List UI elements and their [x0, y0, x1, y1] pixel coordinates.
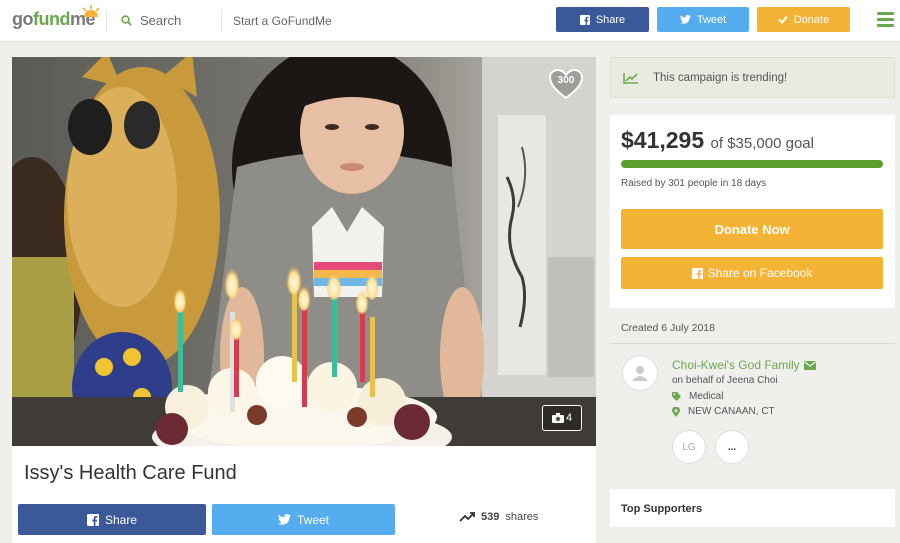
section-divider [610, 343, 895, 344]
gofundme-logo[interactable]: gofundme [12, 5, 100, 30]
heart-button[interactable]: 300 [548, 68, 584, 100]
category-line[interactable]: Medical [672, 391, 723, 402]
location-pin-icon [672, 406, 680, 417]
search-icon [121, 15, 132, 26]
start-a-gofundme-link[interactable]: Start a GoFundMe [233, 14, 332, 28]
header-donate-label: Donate [793, 13, 830, 26]
share-bar: Share Tweet 539 shares [12, 496, 596, 543]
search-label: Search [140, 13, 182, 28]
facebook-share-label: Share [104, 512, 138, 527]
twitter-icon [679, 15, 691, 24]
tweet-label: Tweet [296, 512, 329, 527]
campaign-title-card: Issy's Health Care Fund [12, 446, 596, 496]
campaign-title: Issy's Health Care Fund [24, 462, 237, 484]
trending-icon [459, 512, 475, 522]
shares-suffix: shares [505, 511, 539, 523]
on-behalf-of-text: on behalf of Jeena Choi [672, 375, 778, 386]
trending-chart-icon [623, 72, 638, 84]
facebook-icon [86, 513, 99, 526]
header-share-button[interactable]: Share [556, 7, 649, 32]
top-supporters-heading: Top Supporters [610, 489, 895, 527]
raised-summary: $41,295 of $35,000 goal [621, 127, 814, 154]
progress-fill [621, 160, 883, 168]
created-date: Created 6 July 2018 [621, 322, 715, 334]
location-label: NEW CANAAN, CT [688, 406, 775, 417]
twitter-icon [277, 514, 291, 525]
trending-banner: This campaign is trending! [610, 57, 895, 98]
logo-text-go: go [12, 9, 34, 29]
header-tweet-button[interactable]: Tweet [657, 7, 749, 32]
campaign-photo[interactable] [12, 57, 596, 446]
facebook-share-button[interactable]: Share [18, 504, 206, 535]
goal-text: of $35,000 goal [710, 135, 814, 152]
category-label: Medical [689, 391, 724, 402]
team-member-avatar[interactable]: LG [672, 430, 706, 464]
header-donate-button[interactable]: Donate [757, 7, 850, 32]
heart-count: 300 [557, 75, 575, 86]
logo-text-fund: fund [33, 9, 70, 29]
campaign-photo-image [12, 57, 596, 446]
envelope-icon[interactable] [803, 360, 816, 370]
site-header: gofundme Search Start a GoFundMe Share T… [0, 0, 900, 42]
search-link[interactable]: Search [121, 13, 181, 28]
shares-counter: 539 shares [459, 511, 538, 523]
hamburger-menu-icon[interactable] [877, 12, 894, 30]
header-tweet-label: Tweet [696, 13, 727, 26]
header-divider [106, 10, 107, 32]
raised-by-text: Raised by 301 people in 18 days [621, 178, 767, 189]
tweet-button[interactable]: Tweet [212, 504, 395, 535]
header-share-label: Share [595, 13, 626, 26]
header-divider [221, 10, 222, 32]
photo-count-value: 4 [565, 412, 573, 424]
tag-icon [672, 392, 681, 401]
checkmark-icon [778, 15, 788, 24]
organizer-avatar[interactable] [622, 355, 658, 391]
more-team-button[interactable]: ... [715, 430, 749, 464]
logo-sun-icon [82, 5, 100, 17]
organizer-name-link[interactable]: Choi-Kwei's God Family [672, 358, 816, 372]
organizer-name: Choi-Kwei's God Family [672, 358, 800, 372]
raised-amount: $41,295 [621, 127, 705, 153]
facebook-icon [691, 267, 703, 279]
share-on-facebook-button[interactable]: Share on Facebook [621, 257, 883, 289]
camera-icon [551, 413, 564, 423]
user-icon [632, 366, 648, 381]
location-line: NEW CANAAN, CT [672, 406, 775, 417]
facebook-icon [579, 14, 590, 25]
shares-count: 539 [481, 511, 500, 523]
progress-bar [621, 160, 883, 168]
trending-text: This campaign is trending! [653, 71, 788, 84]
fundraising-card: $41,295 of $35,000 goal Raised by 301 pe… [610, 115, 895, 308]
photo-gallery-button[interactable]: 4 [542, 405, 582, 431]
share-on-facebook-label: Share on Facebook [707, 266, 813, 280]
donate-now-button[interactable]: Donate Now [621, 209, 883, 249]
